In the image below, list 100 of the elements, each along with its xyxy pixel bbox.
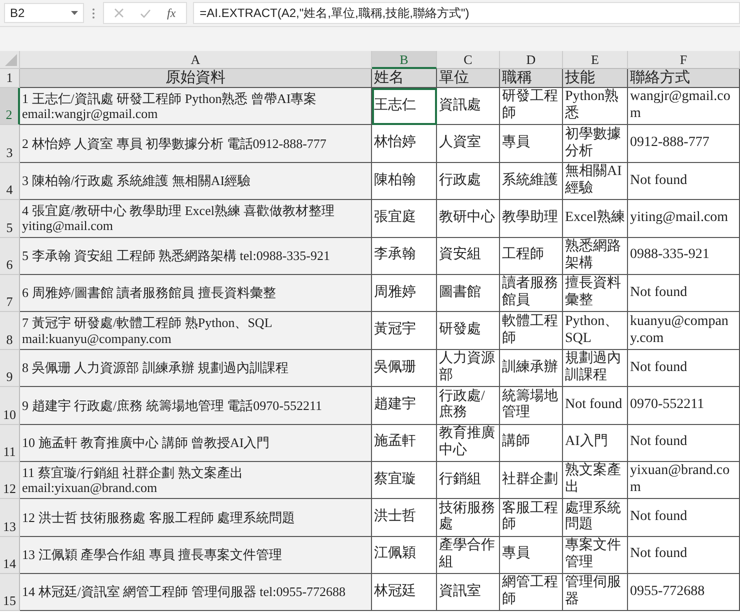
header-cell: 技能	[563, 69, 628, 88]
table-cell: 社群企劃	[500, 462, 563, 500]
table-cell: 江佩穎	[372, 536, 437, 574]
table-cell: 資安組	[437, 238, 500, 275]
table-cell: 趙建宇	[372, 387, 437, 425]
name-box[interactable]: B2	[4, 3, 84, 23]
table-cell: Not found	[628, 536, 740, 574]
insert-function-button[interactable]: fx	[167, 6, 176, 20]
row-header[interactable]: 8	[0, 312, 20, 350]
table-cell: 統籌場地管理	[500, 387, 563, 425]
table-cell: 熟悉網路架構	[563, 238, 628, 275]
table-cell: 0988-335-921	[628, 238, 740, 275]
table-cell: 10 施孟軒 教育推廣中心 講師 曾教授AI入門	[20, 424, 372, 462]
column-header[interactable]: B	[372, 51, 437, 69]
table-cell: 0955-772688	[628, 574, 740, 612]
table-cell: 客服工程師	[500, 499, 563, 537]
column-header[interactable]: E	[563, 51, 628, 69]
table-cell: 系統維護	[500, 162, 563, 200]
row-header[interactable]: 13	[0, 499, 20, 537]
table-cell: 規劃過內訓課程	[563, 350, 628, 388]
table-cell: 洪士哲	[372, 499, 437, 537]
table-cell: 12 洪士哲 技術服務處 客服工程師 處理系統問題	[20, 499, 372, 537]
table-cell: 6 周雅婷/圖書館 讀者服務館員 擅長資料彙整	[20, 274, 372, 312]
table-cell: 王志仁	[372, 88, 437, 126]
table-cell: Python熟悉	[563, 88, 628, 126]
table-cell: 人力資源部	[437, 350, 500, 388]
table-cell: 講師	[500, 424, 563, 462]
table-cell: 行銷組	[437, 462, 500, 500]
table-cell: 研發工程師	[500, 88, 563, 126]
table-cell: 吳佩珊	[372, 350, 437, 388]
row-header[interactable]: 4	[0, 162, 20, 200]
more-icon[interactable]	[92, 8, 95, 18]
table-cell: 擅長資料彙整	[563, 274, 628, 312]
table-cell: kuanyu@company.com	[628, 312, 740, 350]
table-cell: 行政處/庶務	[437, 387, 500, 425]
table-cell: 管理伺服器	[563, 574, 628, 612]
table-cell: 資訊處	[437, 88, 500, 126]
row-header[interactable]: 7	[0, 274, 20, 312]
table-cell: 林怡婷	[372, 125, 437, 163]
row-header[interactable]: 5	[0, 200, 20, 238]
caret-icon[interactable]	[71, 11, 78, 15]
table-cell: yixuan@brand.com	[628, 462, 740, 500]
column-header[interactable]: F	[628, 51, 740, 69]
table-cell: yiting@mail.com	[628, 200, 740, 238]
table-cell: 研發處	[437, 312, 500, 350]
row-header[interactable]: 15	[0, 574, 20, 612]
table-cell: 1 王志仁/資訊處 研發工程師 Python熟悉 曾帶AI專案 email:wangjr@gmail.com	[20, 88, 372, 126]
table-cell: 11 蔡宜璇/行銷組 社群企劃 熟文案產出 email:yixuan@brand.com	[20, 462, 372, 500]
table-cell: 林冠廷	[372, 574, 437, 612]
table-cell: 教研中心	[437, 200, 500, 238]
row-header[interactable]: 10	[0, 387, 20, 425]
row-header[interactable]: 11	[0, 424, 20, 462]
row-header[interactable]: 2	[0, 88, 20, 126]
table-cell: 專員	[500, 536, 563, 574]
table-cell: 0912-888-777	[628, 125, 740, 163]
table-cell: 施孟軒	[372, 424, 437, 462]
formula-field[interactable]: =AI.EXTRACT(A2,"姓名,單位,職稱,技能,聯絡方式")	[192, 2, 740, 24]
table-cell: 陳柏翰	[372, 162, 437, 200]
row-header[interactable]: 3	[0, 125, 20, 163]
table-cell: Not found	[628, 350, 740, 388]
column-header[interactable]: C	[437, 51, 500, 69]
table-cell: Not found	[628, 162, 740, 200]
header-cell: 職稱	[500, 69, 563, 88]
header-cell: 原始資料	[20, 69, 372, 88]
cell-reference: B2	[10, 6, 25, 20]
table-cell: Not found	[628, 274, 740, 312]
column-header[interactable]: D	[500, 51, 563, 69]
table-cell: 張宜庭	[372, 200, 437, 238]
table-cell: 7 黃冠宇 研發處/軟體工程師 熟Python、SQL mail:kuanyu@company.com	[20, 312, 372, 350]
row-header[interactable]: 1	[0, 69, 20, 88]
row-header[interactable]: 6	[0, 238, 20, 275]
table-cell: 技術服務處	[437, 499, 500, 537]
table-cell: 教育推廣中心	[437, 424, 500, 462]
header-cell: 聯絡方式	[628, 69, 740, 88]
header-cell: 姓名	[372, 69, 437, 88]
table-cell: Not found	[563, 387, 628, 425]
table-cell: 無相關AI經驗	[563, 162, 628, 200]
table-cell: 教學助理	[500, 200, 563, 238]
table-cell: 蔡宜璇	[372, 462, 437, 500]
select-all-icon[interactable]	[5, 54, 17, 66]
table-cell: AI入門	[563, 424, 628, 462]
header-cell: 單位	[437, 69, 500, 88]
check-icon[interactable]	[140, 8, 151, 18]
row-header[interactable]: 14	[0, 536, 20, 574]
cancel-icon[interactable]	[114, 8, 124, 18]
column-header[interactable]: A	[20, 51, 372, 69]
table-cell: 行政處	[437, 162, 500, 200]
table-cell: 9 趙建宇 行政處/庶務 統籌場地管理 電話0970-552211	[20, 387, 372, 425]
table-cell: 專員	[500, 125, 563, 163]
table-cell: 資訊室	[437, 574, 500, 612]
table-cell: 2 林怡婷 人資室 專員 初學數據分析 電話0912-888-777	[20, 125, 372, 163]
table-cell: 14 林冠廷/資訊室 網管工程師 管理伺服器 tel:0955-772688	[20, 574, 372, 612]
row-header[interactable]: 9	[0, 350, 20, 388]
table-cell: Python、SQL	[563, 312, 628, 350]
table-cell: 13 江佩穎 產學合作組 專員 擅長專案文件管理	[20, 536, 372, 574]
table-cell: 李承翰	[372, 238, 437, 275]
table-cell: 0970-552211	[628, 387, 740, 425]
table-cell: 5 李承翰 資安組 工程師 熟悉網路架構 tel:0988-335-921	[20, 238, 372, 275]
row-header[interactable]: 12	[0, 462, 20, 500]
table-cell: 訓練承辦	[500, 350, 563, 388]
